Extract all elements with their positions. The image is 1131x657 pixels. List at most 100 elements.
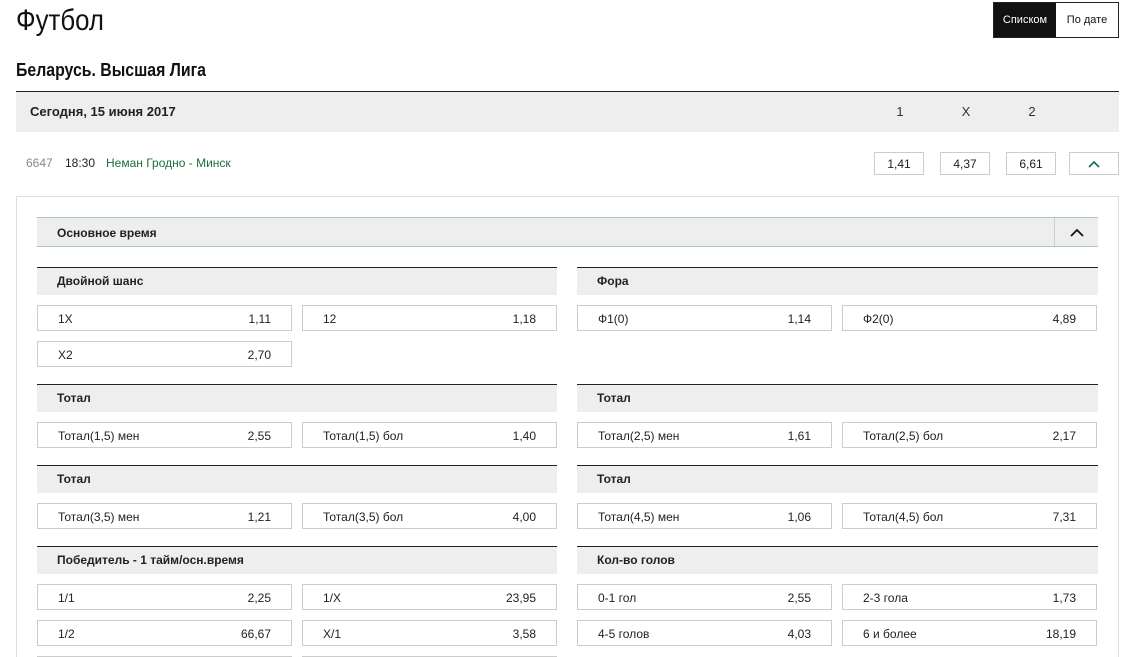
bet-cell[interactable]: Тотал(4,5) бол 7,31 <box>842 503 1097 529</box>
section-label: Основное время <box>57 226 157 240</box>
bet-odd: 4,03 <box>787 627 811 641</box>
bet-odd: 1,14 <box>787 312 811 326</box>
bet-name: Тотал(3,5) бол <box>323 510 404 524</box>
bet-name: Тотал(1,5) бол <box>323 429 404 443</box>
market-title: Тотал <box>597 472 631 486</box>
bet-cell[interactable]: Ф2(0) 4,89 <box>842 305 1097 331</box>
section-collapse-button[interactable] <box>1054 218 1098 246</box>
bet-name: Тотал(3,5) мен <box>58 510 140 524</box>
bet-odd: 4,00 <box>512 510 536 524</box>
date-bar: Сегодня, 15 июня 2017 1 X 2 <box>16 91 1119 132</box>
bet-odd: 1,21 <box>247 510 271 524</box>
market-header-total: Тотал <box>37 384 557 412</box>
bet-odd: 2,55 <box>247 429 271 443</box>
chevron-up-icon <box>1069 228 1084 237</box>
page-title: Футбол <box>16 4 104 37</box>
bet-odd: 66,67 <box>240 627 271 641</box>
bet-name: 1/X <box>323 591 342 605</box>
match-time: 18:30 <box>65 156 96 170</box>
chevron-up-icon <box>1088 160 1100 168</box>
bet-odd: 18,19 <box>1045 627 1076 641</box>
col-header-1: 1 <box>896 104 904 119</box>
market-title: Тотал <box>597 391 631 405</box>
market-header-half-full: Победитель - 1 тайм/осн.время <box>37 546 557 574</box>
market-title: Кол-во голов <box>597 553 675 567</box>
bet-cell[interactable]: 1/1 2,25 <box>37 584 292 610</box>
market-header-total: Тотал <box>577 384 1098 412</box>
bet-odd: 2,70 <box>247 348 271 362</box>
bet-cell[interactable]: Тотал(1,5) мен 2,55 <box>37 422 292 448</box>
bet-cell[interactable]: 6 и более 18,19 <box>842 620 1097 646</box>
bet-cell[interactable]: Тотал(1,5) бол 1,40 <box>302 422 557 448</box>
match-teams-link[interactable]: Неман Гродно - Минск <box>106 156 231 170</box>
market-header-goals: Кол-во голов <box>577 546 1098 574</box>
bet-odd: 4,89 <box>1052 312 1076 326</box>
market-title: Тотал <box>57 472 91 486</box>
bet-name: Ф1(0) <box>598 312 629 326</box>
bet-cell[interactable]: Тотал(2,5) бол 2,17 <box>842 422 1097 448</box>
bet-odd: 2,25 <box>247 591 271 605</box>
match-collapse-button[interactable] <box>1069 152 1119 175</box>
market-title: Фора <box>597 274 629 288</box>
bet-cell[interactable]: Тотал(2,5) мен 1,61 <box>577 422 832 448</box>
bet-cell[interactable]: X/1 3,58 <box>302 620 557 646</box>
market-header-total: Тотал <box>577 465 1098 493</box>
bet-odd: 7,31 <box>1052 510 1076 524</box>
odd-home[interactable]: 1,41 <box>874 152 924 175</box>
match-id: 6647 <box>26 156 53 170</box>
bet-cell[interactable]: 1/2 66,67 <box>37 620 292 646</box>
bet-cell[interactable]: 1X 1,11 <box>37 305 292 331</box>
bet-name: 4-5 голов <box>598 627 650 641</box>
market-title: Двойной шанс <box>57 274 144 288</box>
bet-cell[interactable]: 12 1,18 <box>302 305 557 331</box>
market-title: Победитель - 1 тайм/осн.время <box>57 553 244 567</box>
view-date-button[interactable]: По дате <box>1056 3 1118 37</box>
bet-name: X2 <box>58 348 73 362</box>
bet-name: Тотал(4,5) бол <box>863 510 944 524</box>
bet-odd: 1,61 <box>787 429 811 443</box>
odd-away[interactable]: 6,61 <box>1006 152 1056 175</box>
bet-odd: 1,18 <box>512 312 536 326</box>
bet-name: Тотал(1,5) мен <box>58 429 140 443</box>
bet-name: 1X <box>58 312 73 326</box>
col-header-2: 2 <box>1028 104 1036 119</box>
bet-name: Тотал(2,5) мен <box>598 429 680 443</box>
match-row: 6647 18:30 Неман Гродно - Минск 1,41 4,3… <box>16 145 1119 181</box>
bet-odd: 1,73 <box>1052 591 1076 605</box>
bet-name: 1/2 <box>58 627 75 641</box>
bet-cell[interactable]: Тотал(3,5) мен 1,21 <box>37 503 292 529</box>
bet-name: Тотал(4,5) мен <box>598 510 680 524</box>
market-header-handicap: Фора <box>577 267 1098 295</box>
match-details-panel: Основное время Двойной шанс Фора 1X 1,11 … <box>16 196 1119 657</box>
bet-cell[interactable]: 4-5 голов 4,03 <box>577 620 832 646</box>
match-date: Сегодня, 15 июня 2017 <box>30 104 176 119</box>
bet-cell[interactable]: Ф1(0) 1,14 <box>577 305 832 331</box>
market-title: Тотал <box>57 391 91 405</box>
bet-cell[interactable]: Тотал(3,5) бол 4,00 <box>302 503 557 529</box>
bet-name: 1/1 <box>58 591 75 605</box>
market-header-double-chance: Двойной шанс <box>37 267 557 295</box>
market-header-total: Тотал <box>37 465 557 493</box>
bet-cell[interactable]: 1/X 23,95 <box>302 584 557 610</box>
bet-odd: 23,95 <box>505 591 536 605</box>
bet-odd: 3,58 <box>512 627 536 641</box>
league-title: Беларусь. Высшая Лига <box>16 60 206 80</box>
bet-cell[interactable]: 2-3 гола 1,73 <box>842 584 1097 610</box>
bet-odd: 2,55 <box>787 591 811 605</box>
bet-name: 12 <box>323 312 337 326</box>
bet-name: 2-3 гола <box>863 591 908 605</box>
col-header-x: X <box>961 104 971 119</box>
bet-odd: 2,17 <box>1052 429 1076 443</box>
bet-name: Тотал(2,5) бол <box>863 429 944 443</box>
bet-cell[interactable]: 0-1 гол 2,55 <box>577 584 832 610</box>
bet-name: 6 и более <box>863 627 917 641</box>
view-list-button[interactable]: Списком <box>994 3 1056 37</box>
bet-odd: 1,11 <box>248 312 271 326</box>
odd-draw[interactable]: 4,37 <box>940 152 990 175</box>
view-toggle: Списком По дате <box>993 2 1119 38</box>
bet-name: X/1 <box>323 627 342 641</box>
bet-cell[interactable]: Тотал(4,5) мен 1,06 <box>577 503 832 529</box>
bet-name: 0-1 гол <box>598 591 637 605</box>
bet-name: Ф2(0) <box>863 312 894 326</box>
bet-cell[interactable]: X2 2,70 <box>37 341 292 367</box>
